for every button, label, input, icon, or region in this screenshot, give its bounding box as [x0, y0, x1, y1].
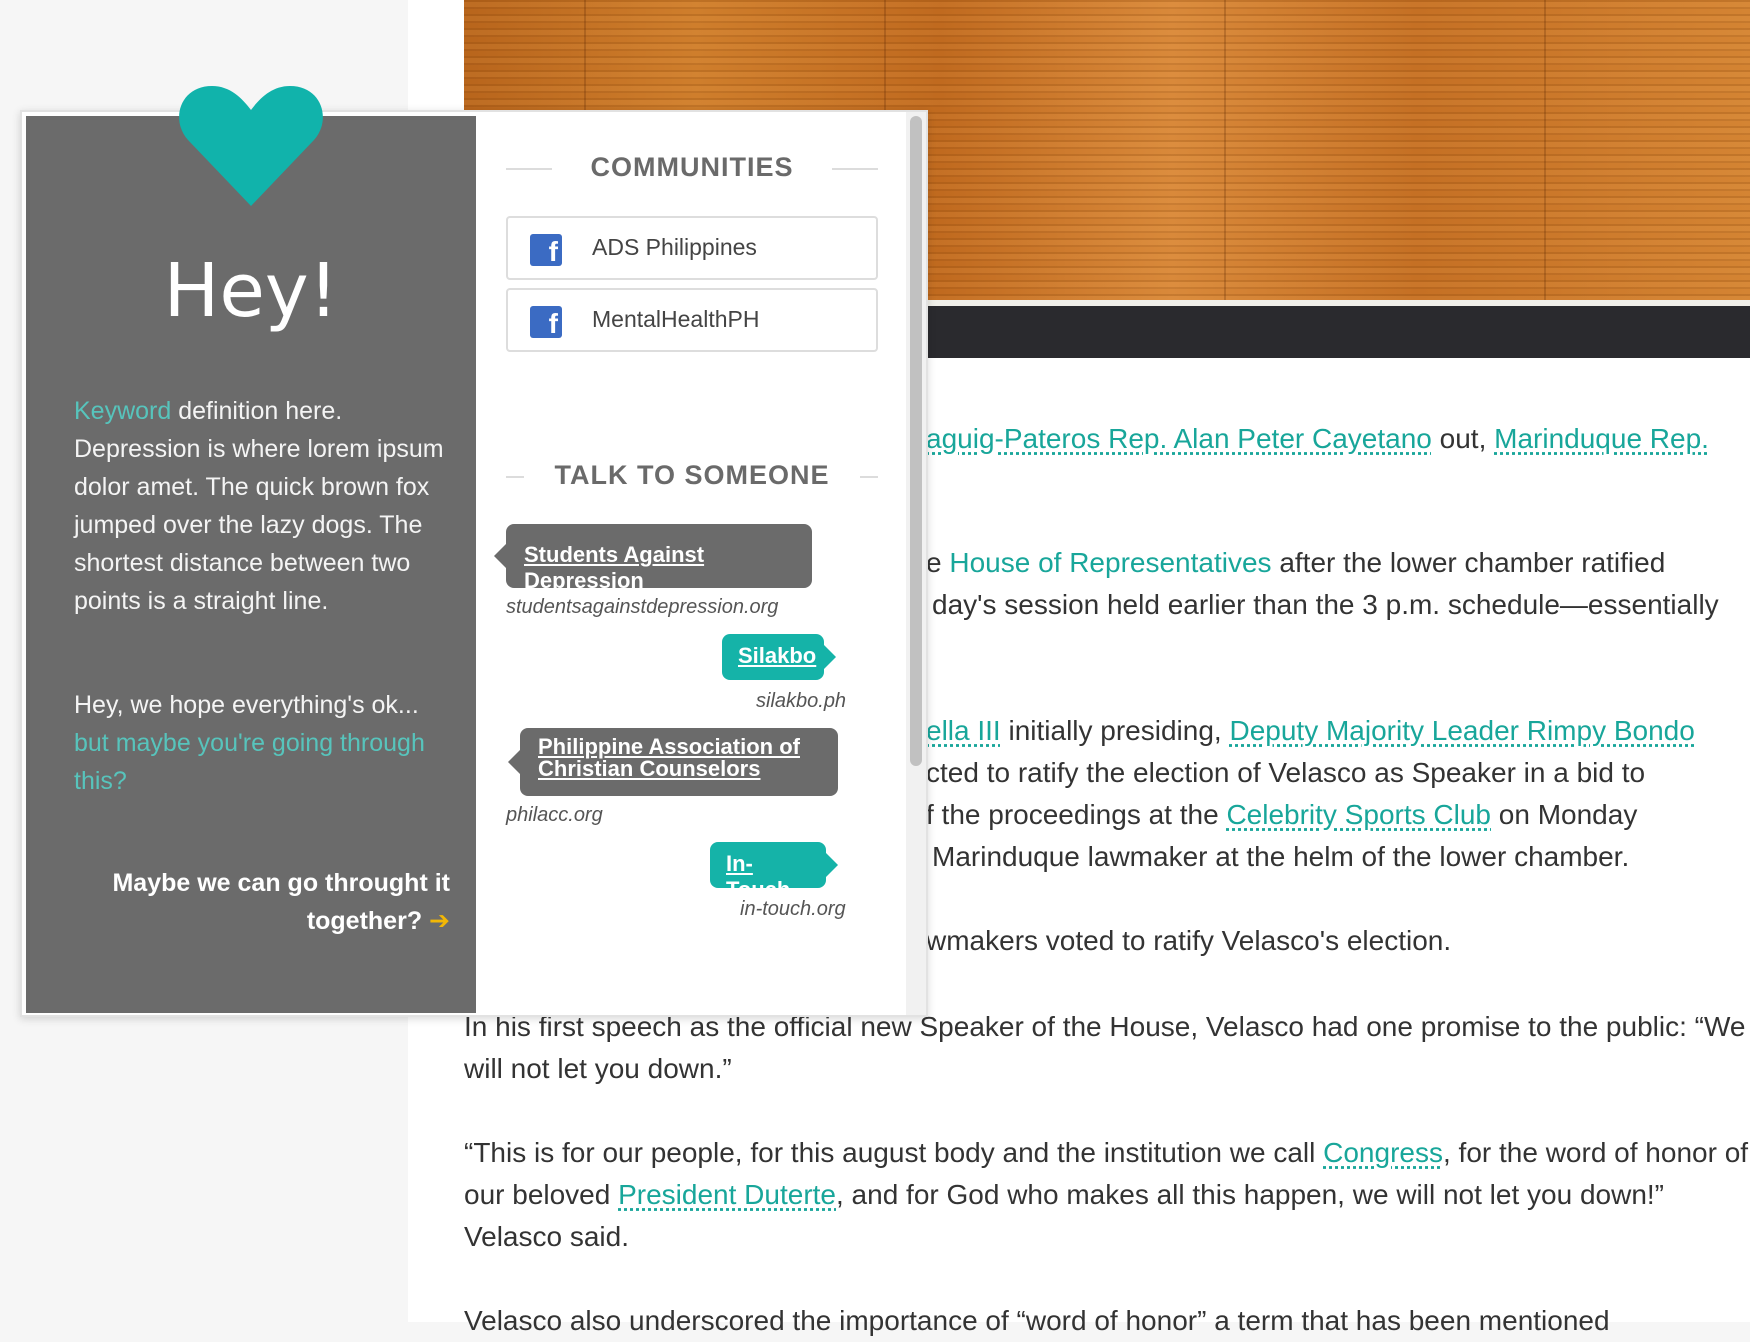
communities-heading: COMMUNITIES [506, 152, 878, 183]
contact-url: philacc.org [506, 804, 603, 826]
article-line-5: cted to ratify the election of Velasco a… [926, 757, 1646, 788]
facebook-icon: f [530, 306, 562, 338]
link-house-of-representatives[interactable]: House of Representatives [949, 547, 1271, 578]
talk-to-someone-heading: TALK TO SOMEONE [506, 460, 878, 491]
popup-scrollbar[interactable] [906, 112, 926, 1015]
article-line-7: Marinduque lawmaker at the helm of the l… [932, 841, 1630, 872]
article-line-3: day's session held earlier than the 3 p.… [932, 589, 1719, 620]
paragraph-word-of-honor: Velasco also underscored the importance … [464, 1305, 1610, 1336]
popup-left-panel: Hey! Keyword definition here. Depression… [26, 86, 476, 1013]
article-line-4: ella III initially presiding, Deputy Maj… [926, 715, 1695, 746]
paragraph-quote: “This is for our people, for this august… [464, 1137, 1749, 1252]
article-line-1: aguig-Pateros Rep. Alan Peter Cayetano o… [926, 423, 1709, 454]
arrow-right-icon: ➔ [429, 907, 450, 935]
contact-philippine-association[interactable]: Philippine Association of Christian Coun… [508, 728, 838, 796]
scrollbar-thumb[interactable] [910, 116, 922, 766]
article-line-6: f the proceedings at the Celebrity Sport… [926, 799, 1638, 830]
contact-in-touch[interactable]: In-Touch [710, 842, 838, 902]
link-cayetano[interactable]: aguig-Pateros Rep. Alan Peter Cayetano [926, 423, 1432, 454]
community-ads-philippines[interactable]: f ADS Philippines [506, 216, 878, 280]
community-mentalhealthph[interactable]: f MentalHealthPH [506, 288, 878, 352]
contact-url: studentsagainstdepression.org [506, 596, 779, 618]
link-ella-iii[interactable]: ella III [926, 715, 1001, 746]
popup-right-panel: COMMUNITIES f ADS Philippines f MentalHe… [476, 112, 898, 1015]
link-deputy-majority-leader[interactable]: Deputy Majority Leader Rimpy Bondo [1229, 715, 1694, 746]
link-congress[interactable]: Congress [1323, 1137, 1443, 1168]
keyword-definition: Keyword definition here. Depression is w… [74, 397, 444, 615]
keyword-term: Keyword [74, 397, 172, 425]
contact-students-against-depression[interactable]: Students Against Depression [494, 524, 812, 593]
hope-message-highlight: but maybe you're going through this? [74, 729, 425, 795]
support-popup: Hey! Keyword definition here. Depression… [20, 86, 928, 1017]
article-line-8: wmakers voted to ratify Velasco's electi… [926, 925, 1452, 956]
contact-url: silakbo.ph [756, 690, 847, 712]
article-line-2: e House of Representatives after the low… [926, 547, 1666, 578]
hope-message: Hey, we hope everything's ok... but maybe… [74, 686, 474, 800]
link-president-duterte[interactable]: President Duterte [618, 1179, 836, 1210]
popup-heading: Hey! [163, 248, 339, 334]
paragraph-speech: In his first speech as the official new … [464, 1011, 1746, 1084]
together-link[interactable]: Maybe we can go throught it together? ➔ [70, 864, 450, 940]
contact-url: in-touch.org [740, 898, 846, 920]
facebook-icon: f [530, 234, 562, 266]
contact-silakbo[interactable]: Silakbo [722, 634, 836, 680]
link-marinduque-rep[interactable]: Marinduque Rep. [1494, 423, 1709, 454]
heart-icon [179, 86, 323, 206]
link-celebrity-sports-club[interactable]: Celebrity Sports Club [1226, 799, 1491, 830]
